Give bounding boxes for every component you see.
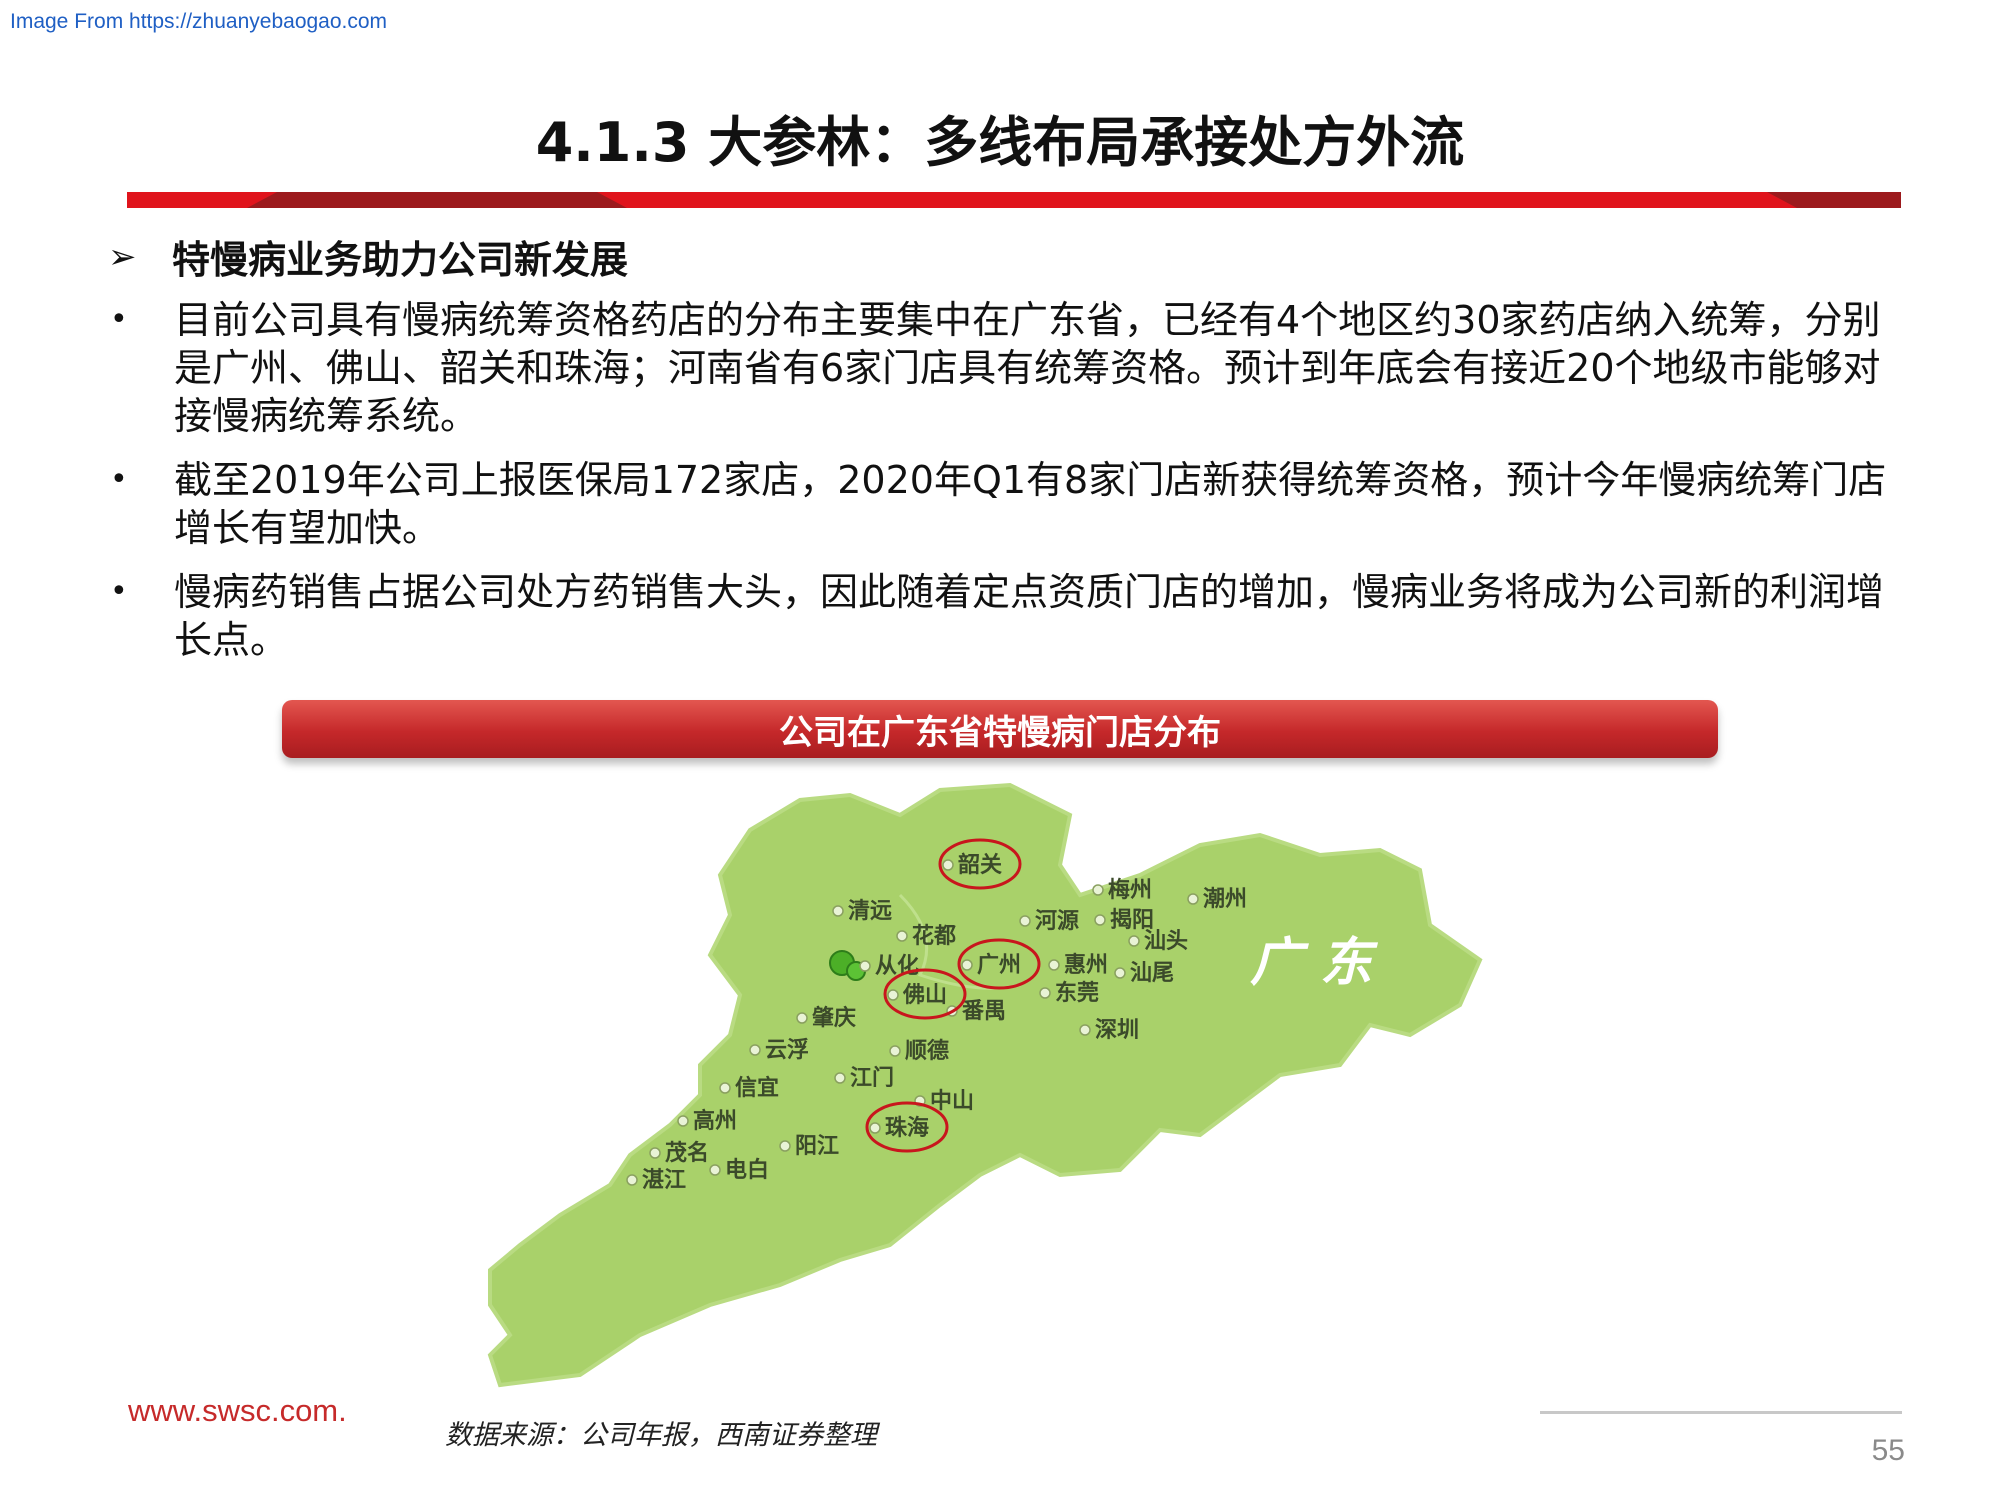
footer-divider xyxy=(1540,1411,1902,1414)
city-label: 电白 xyxy=(725,1157,769,1183)
city-label: 珠海 xyxy=(885,1115,929,1141)
source-note: 数据来源：公司年报，西南证券整理 xyxy=(445,1420,877,1451)
city-label: 潮州 xyxy=(1203,887,1247,912)
city-label: 花都 xyxy=(912,923,956,949)
city-dot-icon xyxy=(1039,987,1051,999)
city-dot-icon xyxy=(869,1122,881,1134)
city-label: 阳江 xyxy=(795,1134,839,1159)
city-dot-icon xyxy=(834,1072,846,1084)
bullet-dot-icon: • xyxy=(110,462,128,497)
city-dot-icon xyxy=(709,1164,721,1176)
city-label: 韶关 xyxy=(958,852,1002,878)
city-dot-icon xyxy=(1114,967,1126,979)
title-underline-bar xyxy=(127,192,1901,208)
city-label: 顺德 xyxy=(905,1038,949,1064)
city-dot-icon xyxy=(626,1174,638,1186)
guangdong-map: 广 东 韶关清远花都河源梅州 潮州揭阳汕头惠州 汕尾东莞深圳从化 广州佛山番禺肇庆云浮… xyxy=(487,782,1483,1388)
bullet-item: • 慢病药销售占据公司处方药销售大头，因此随着定点资质门店的增加，慢病业务将成为… xyxy=(108,568,1898,664)
city-label: 梅州 xyxy=(1108,877,1152,903)
website-url[interactable]: www.swsc.com. xyxy=(128,1393,347,1429)
city-label: 云浮 xyxy=(765,1037,809,1063)
city-dot-icon xyxy=(719,1082,731,1094)
city-label: 深圳 xyxy=(1095,1018,1139,1043)
city-label: 高州 xyxy=(693,1108,737,1134)
bullet-text: 目前公司具有慢病统筹资格药店的分布主要集中在广东省，已经有4个地区约30家药店纳… xyxy=(174,298,1881,438)
city-dot-icon xyxy=(779,1140,791,1152)
city-label: 惠州 xyxy=(1064,953,1108,978)
city-label: 汕头 xyxy=(1144,929,1188,954)
bullet-text: 慢病药销售占据公司处方药销售大头，因此随着定点资质门店的增加，慢病业务将成为公司… xyxy=(174,570,1885,662)
city-label: 清远 xyxy=(848,898,892,924)
page-number: 55 xyxy=(1871,1434,1905,1467)
bullet-text: 截至2019年公司上报医保局172家店，2020年Q1有8家门店新获得统筹资格，… xyxy=(174,458,1887,550)
section-heading: ➢ 特慢病业务助力公司新发展 xyxy=(108,229,628,284)
city-label: 从化 xyxy=(875,953,919,979)
city-dot-icon xyxy=(1048,959,1060,971)
city-dot-icon xyxy=(1019,915,1031,927)
city-label: 信宜 xyxy=(735,1075,779,1101)
city-dot-icon xyxy=(942,859,954,871)
city-label: 佛山 xyxy=(902,983,947,1008)
bullet-list: • 目前公司具有慢病统筹资格药店的分布主要集中在广东省，已经有4个地区约30家药… xyxy=(108,296,1898,680)
city-label: 江门 xyxy=(850,1065,894,1091)
city-label: 东莞 xyxy=(1055,980,1099,1006)
city-dot-icon xyxy=(677,1115,689,1127)
city-dot-icon xyxy=(749,1044,761,1056)
city-label: 广州 xyxy=(977,952,1021,978)
source-link[interactable]: Image From https://zhuanyebaogao.com xyxy=(10,10,387,34)
city-dot-icon xyxy=(896,930,908,942)
bullet-dot-icon: • xyxy=(110,302,128,337)
map-header: 公司在广东省特慢病门店分布 xyxy=(282,700,1718,758)
bullet-dot-icon: • xyxy=(110,574,128,609)
city-dot-icon xyxy=(859,960,871,972)
city-dot-icon xyxy=(1187,893,1199,905)
city-label: 番禺 xyxy=(961,999,1006,1024)
bullet-item: • 目前公司具有慢病统筹资格药店的分布主要集中在广东省，已经有4个地区约30家药… xyxy=(108,296,1898,440)
slide-title: 4.1.3 大参林：多线布局承接处方外流 xyxy=(535,111,1465,174)
section-heading-text: 特慢病业务助力公司新发展 xyxy=(172,238,629,282)
province-label: 广 东 xyxy=(1250,932,1378,993)
city-dot-icon xyxy=(832,905,844,917)
city-dot-icon xyxy=(1094,914,1106,926)
city-dot-icon xyxy=(889,1045,901,1057)
city-label: 湛江 xyxy=(642,1167,686,1193)
bullet-item: • 截至2019年公司上报医保局172家店，2020年Q1有8家门店新获得统筹资… xyxy=(108,456,1898,552)
city-label: 汕尾 xyxy=(1130,961,1174,986)
city-dot-icon xyxy=(1128,935,1140,947)
city-label: 河源 xyxy=(1035,909,1079,934)
arrow-bullet-icon: ➢ xyxy=(108,236,137,277)
city-dot-icon xyxy=(796,1012,808,1024)
city-label: 肇庆 xyxy=(812,1005,856,1031)
city-dot-icon xyxy=(1079,1024,1091,1036)
city-dot-icon xyxy=(961,959,973,971)
city-dot-icon xyxy=(649,1147,661,1159)
city-dot-icon xyxy=(1092,884,1104,896)
city-label: 茂名 xyxy=(665,1140,709,1166)
city-dot-icon xyxy=(887,989,899,1001)
